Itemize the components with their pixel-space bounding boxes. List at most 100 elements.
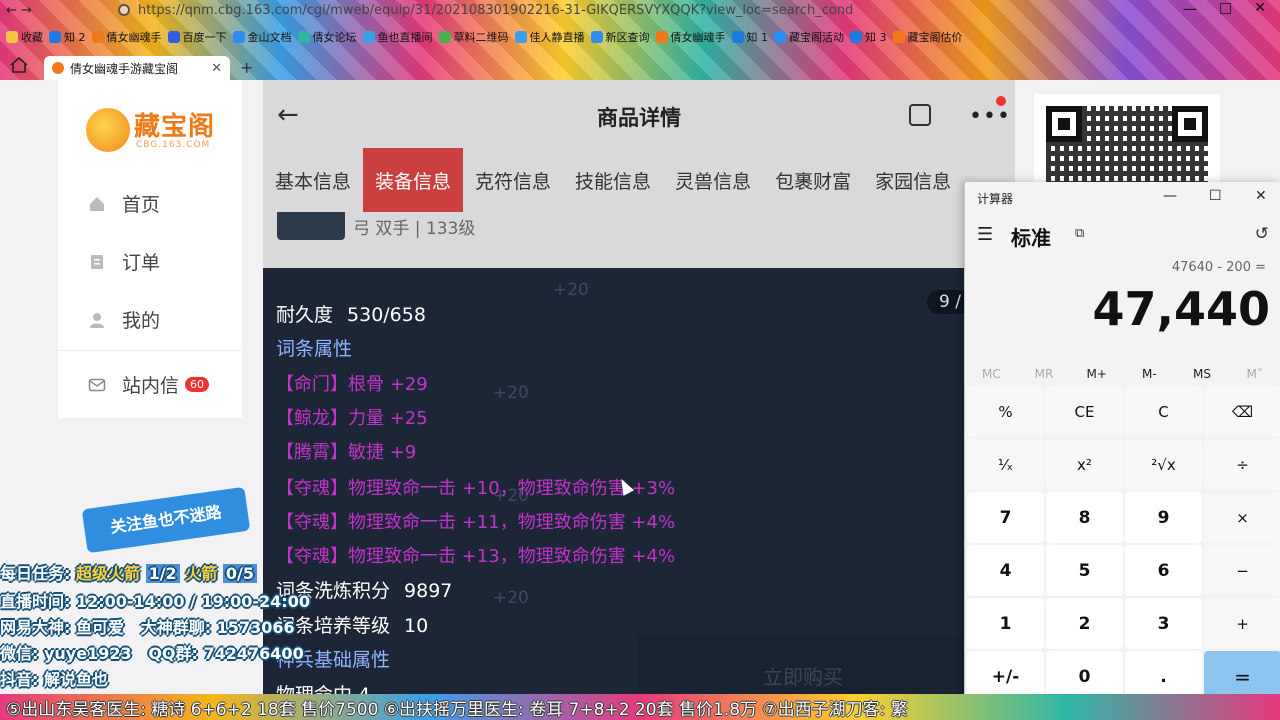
close-button[interactable]: ✕ <box>1255 188 1267 204</box>
sidebar-item-label: 首页 <box>122 194 161 216</box>
forum-icon <box>297 31 310 43</box>
qrcode-icon <box>438 31 451 43</box>
calculator-titlebar[interactable]: 计算器 — ☐ ✕ <box>965 182 1280 214</box>
memory-bar: MC MR M+ M- MS M˅ <box>965 360 1280 388</box>
sidebar-item-mine[interactable]: 我的 <box>88 306 160 333</box>
subtract-button[interactable]: − <box>1204 545 1280 596</box>
bookmark-item[interactable]: 金山文档 <box>232 29 292 45</box>
equipment-item-row[interactable]: 弓 双手 | 133级 <box>263 212 1015 268</box>
cbg-logo[interactable]: 藏宝阁 CBG.163.COM <box>86 102 216 158</box>
browser-tab[interactable]: 倩女幽魂手游藏宝阁 ✕ <box>44 56 230 80</box>
calculator-window: 计算器 — ☐ ✕ ☰ 标准 ⧉ ↺ 47640 - 200 = 47,440 … <box>964 182 1280 720</box>
bookmark-item[interactable]: 百度一下 <box>167 29 227 45</box>
mail-icon <box>88 378 106 391</box>
tab-title: 倩女幽魂手游藏宝阁 <box>70 61 179 76</box>
info-tabs: 基本信息 装备信息 克符信息 技能信息 灵兽信息 包裹财富 家园信息 <box>263 148 1015 212</box>
globe-icon <box>590 31 603 43</box>
url-field[interactable]: https://qnm.cbg.163.com/cgi/mweb/equip/3… <box>138 3 853 18</box>
calculator-result: 47,440 <box>1092 282 1270 336</box>
durability-row: 耐久度 530/658 <box>276 304 426 326</box>
menu-icon[interactable]: ☰ <box>977 224 993 245</box>
calculator-keypad: % CE C ⌫ ¹⁄ₓ x² ²√x ÷ 7 8 9 × 4 5 6 − 1 … <box>967 386 1280 702</box>
backspace-button[interactable]: ⌫ <box>1204 386 1280 437</box>
clear-entry-button[interactable]: CE <box>1046 386 1123 437</box>
daily-task-line: 每日任务: 超级火箭 1/2 火箭 0/5 <box>0 560 257 584</box>
page-title: 商品详情 <box>597 106 681 130</box>
zhihu-icon <box>49 31 61 43</box>
bookmark-item[interactable]: 倩女幽魂手 <box>91 29 162 45</box>
digit-5-button[interactable]: 5 <box>1046 545 1123 596</box>
bookmark-item[interactable]: 知 1 <box>731 29 768 45</box>
bookmark-item[interactable]: 藏宝阁估价 <box>892 29 963 45</box>
memory-clear-button[interactable]: MC <box>965 360 1018 388</box>
follow-bubble: 关注鱼也不迷路 <box>81 486 251 554</box>
maximize-button[interactable]: ☐ <box>1209 188 1222 204</box>
digit-2-button[interactable]: 2 <box>1046 598 1123 649</box>
home-icon[interactable] <box>10 57 28 73</box>
memory-store-button[interactable]: MS <box>1176 360 1229 388</box>
clear-button[interactable]: C <box>1125 386 1202 437</box>
close-button[interactable]: ✕ <box>1254 0 1266 20</box>
digit-3-button[interactable]: 3 <box>1125 598 1202 649</box>
memory-subtract-button[interactable]: M- <box>1123 360 1176 388</box>
bookmark-item[interactable]: 知 3 <box>850 29 887 45</box>
keep-on-top-icon[interactable]: ⧉ <box>1075 226 1084 241</box>
tab-inventory[interactable]: 包裹财富 <box>763 148 863 212</box>
sidebar-item-messages[interactable]: 站内信 60 <box>88 371 210 398</box>
more-icon[interactable]: ••• <box>969 104 1011 129</box>
bookmark-item[interactable]: 倩女幽魂手 <box>655 29 726 45</box>
square-root-button[interactable]: ²√x <box>1125 439 1202 490</box>
memory-list-button[interactable]: M˅ <box>1228 360 1280 388</box>
digit-9-button[interactable]: 9 <box>1125 492 1202 543</box>
calculator-expression: 47640 - 200 = <box>1171 260 1266 275</box>
digit-7-button[interactable]: 7 <box>967 492 1044 543</box>
qr-finder <box>1046 106 1082 142</box>
digit-1-button[interactable]: 1 <box>967 598 1044 649</box>
add-button[interactable]: + <box>1204 598 1280 649</box>
equipment-detail-panel: +20 +20 +20 +20 9 / 耐久度 530/658 词条属性 【命门】… <box>263 268 1015 720</box>
bookmarks-bar: 收藏 知 2 倩女幽魂手 百度一下 金山文档 倩女论坛 鱼也直播间 草料二维码 … <box>0 26 1280 48</box>
new-tab-button[interactable]: + <box>240 58 253 77</box>
sidebar-item-orders[interactable]: 订单 <box>88 248 160 275</box>
tab-basic-info[interactable]: 基本信息 <box>263 148 363 212</box>
share-icon[interactable] <box>909 104 931 126</box>
digit-6-button[interactable]: 6 <box>1125 545 1202 596</box>
bookmark-item[interactable]: 藏宝阁活动 <box>774 29 844 45</box>
tab-pet-info[interactable]: 灵兽信息 <box>663 148 763 212</box>
bookmark-item[interactable]: 新区查询 <box>590 29 650 45</box>
affix-line: 【命门】根骨 +29 <box>276 374 428 395</box>
digit-4-button[interactable]: 4 <box>967 545 1044 596</box>
bookmark-item[interactable]: 收藏 <box>6 29 43 45</box>
minimize-button[interactable]: — <box>1163 188 1177 204</box>
back-forward-icon[interactable]: ← → <box>0 3 40 18</box>
memory-add-button[interactable]: M+ <box>1070 360 1123 388</box>
tab-close-icon[interactable]: ✕ <box>211 61 222 76</box>
affix-section-title: 词条属性 <box>276 338 353 360</box>
memory-recall-button[interactable]: MR <box>1018 360 1071 388</box>
live-time-line: 直播时间: 12:00-14:00 / 19:00-24:00 <box>0 592 310 611</box>
tab-home-info[interactable]: 家园信息 <box>863 148 963 212</box>
tab-equipment-info[interactable]: 装备信息 <box>363 148 464 212</box>
bookmark-item[interactable]: 佳人静直播 <box>514 29 585 45</box>
bookmark-item[interactable]: 倩女论坛 <box>297 29 357 45</box>
notification-dot <box>996 96 1006 106</box>
divide-button[interactable]: ÷ <box>1204 439 1280 490</box>
maximize-button[interactable]: □ <box>1219 0 1232 20</box>
logo-domain: CBG.163.COM <box>136 140 211 150</box>
multiply-button[interactable]: × <box>1204 492 1280 543</box>
digit-8-button[interactable]: 8 <box>1046 492 1123 543</box>
history-icon[interactable]: ↺ <box>1255 224 1269 244</box>
square-button[interactable]: x² <box>1046 439 1123 490</box>
minimize-button[interactable]: 一 <box>1183 0 1197 20</box>
bookmark-item[interactable]: 知 2 <box>49 29 86 45</box>
reciprocal-button[interactable]: ¹⁄ₓ <box>967 439 1044 490</box>
sidebar-item-home[interactable]: 首页 <box>88 190 160 217</box>
percent-button[interactable]: % <box>967 386 1044 437</box>
product-detail-view: ← 商品详情 ••• 基本信息 装备信息 克符信息 技能信息 灵兽信息 包裹财富… <box>263 80 1015 720</box>
live-icon <box>514 31 527 43</box>
tab-rune-info[interactable]: 克符信息 <box>463 148 563 212</box>
bookmark-item[interactable]: 草料二维码 <box>438 29 509 45</box>
baidu-icon <box>167 31 180 43</box>
bookmark-item[interactable]: 鱼也直播间 <box>362 29 433 45</box>
tab-skill-info[interactable]: 技能信息 <box>563 148 663 212</box>
